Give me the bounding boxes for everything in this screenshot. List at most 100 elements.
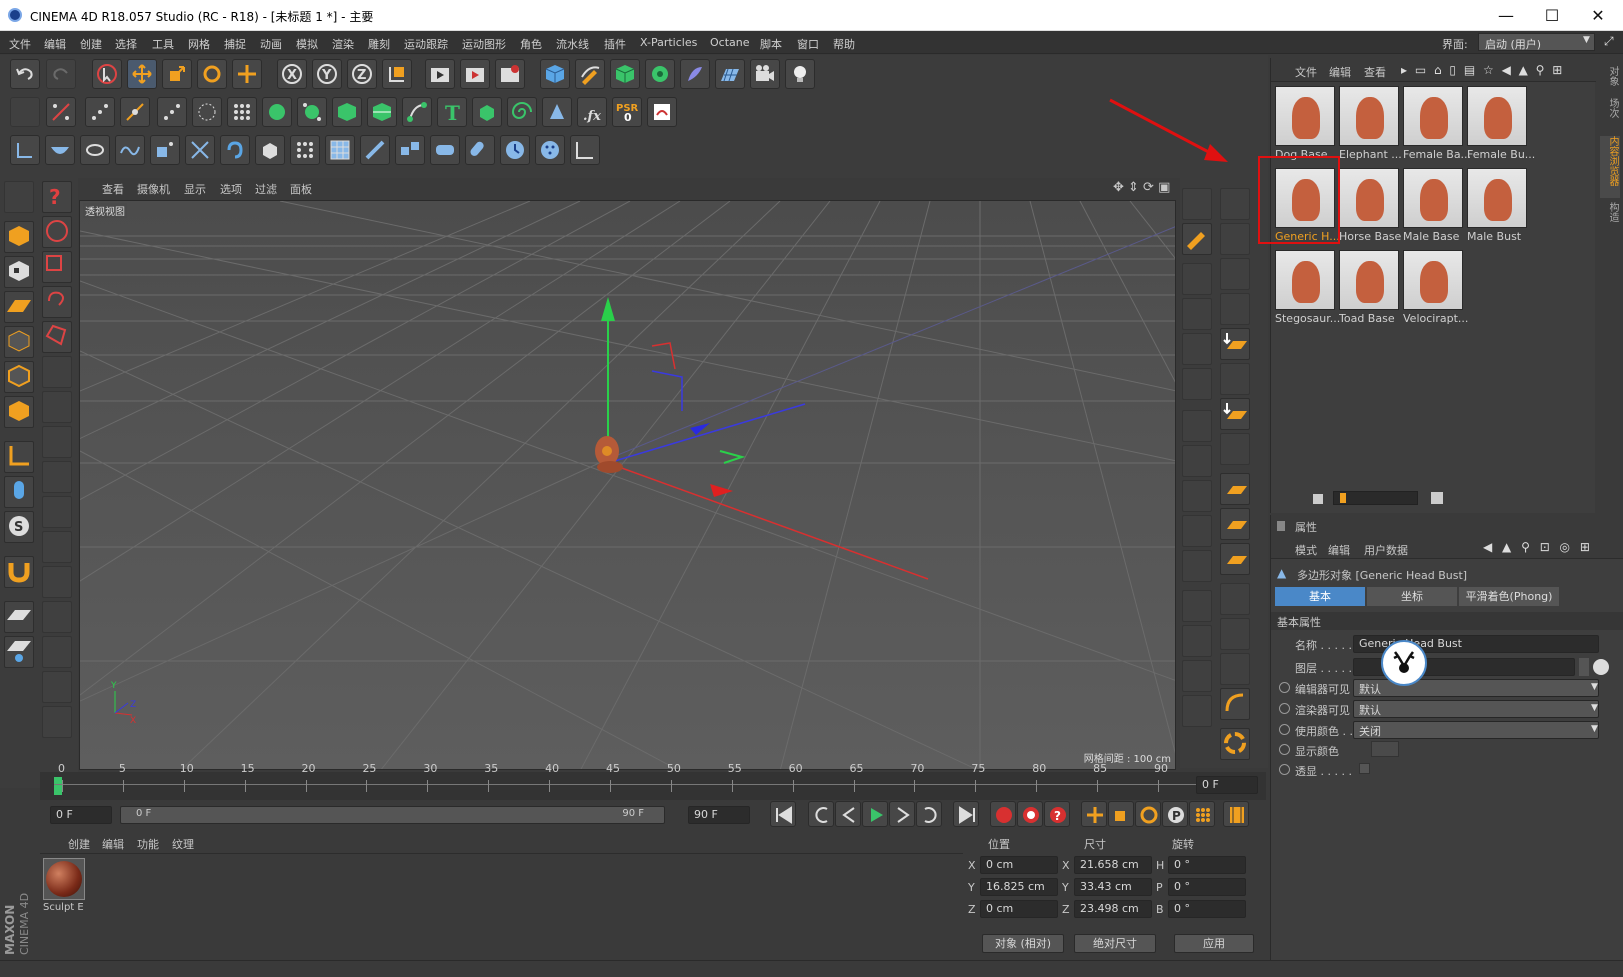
animate-radio[interactable] bbox=[1279, 764, 1290, 775]
render-view-icon[interactable] bbox=[425, 59, 455, 89]
make-editable-icon[interactable] bbox=[10, 97, 40, 127]
sphere-outline-icon[interactable] bbox=[42, 531, 72, 563]
large-view-icon[interactable] bbox=[1431, 492, 1443, 504]
start-frame-field[interactable]: 0 F bbox=[50, 806, 112, 824]
cylinder-array-icon[interactable] bbox=[430, 135, 460, 165]
cylinder-tilt-icon[interactable] bbox=[465, 135, 495, 165]
move-tool-icon[interactable] bbox=[127, 59, 157, 89]
preset-item[interactable]: Male Base bbox=[1403, 168, 1465, 246]
spray-icon[interactable] bbox=[360, 135, 390, 165]
sculpt-mode-icon[interactable] bbox=[4, 181, 34, 213]
attr-menu-edit[interactable]: 编辑 bbox=[1328, 542, 1350, 558]
preset-item[interactable]: Toad Base bbox=[1339, 250, 1401, 328]
timeline-current-frame[interactable]: 0 F bbox=[1196, 776, 1258, 794]
plane-settings-2-icon[interactable] bbox=[1220, 508, 1250, 540]
material-menu-create[interactable]: 创建 bbox=[68, 836, 90, 852]
snapshot-icon[interactable] bbox=[647, 97, 677, 127]
cube-wire-7-icon[interactable] bbox=[1182, 695, 1212, 727]
help-icon[interactable]: ? bbox=[42, 181, 72, 213]
cloner-icon[interactable] bbox=[645, 59, 675, 89]
animate-radio[interactable] bbox=[1279, 724, 1290, 735]
prev-frame-icon[interactable] bbox=[835, 801, 861, 827]
attr-select[interactable]: 默认 bbox=[1353, 700, 1599, 718]
animate-radio[interactable] bbox=[1279, 703, 1290, 714]
arrange-tool-icon[interactable] bbox=[42, 426, 72, 458]
menu-window[interactable]: 窗口 bbox=[797, 36, 819, 52]
polygon-select-icon[interactable] bbox=[42, 321, 72, 353]
polygons-mode-icon[interactable] bbox=[157, 97, 187, 127]
material-menu-edit[interactable]: 编辑 bbox=[102, 836, 124, 852]
floor-icon[interactable] bbox=[715, 59, 745, 89]
sketch-icon[interactable] bbox=[542, 97, 572, 127]
render-picture-viewer-icon[interactable] bbox=[460, 59, 490, 89]
menu-mograph[interactable]: 运动图形 bbox=[462, 36, 506, 52]
helix-icon[interactable] bbox=[80, 135, 110, 165]
menu-animate[interactable]: 动画 bbox=[260, 36, 282, 52]
key-pla-icon[interactable] bbox=[1189, 801, 1215, 827]
workplane-mode-icon[interactable] bbox=[4, 291, 34, 323]
frame-tool-icon[interactable] bbox=[42, 356, 72, 388]
spline-spiral-icon[interactable] bbox=[507, 97, 537, 127]
x-axis-lock-icon[interactable]: X bbox=[277, 59, 307, 89]
sphere-dots-icon[interactable] bbox=[535, 135, 565, 165]
layer-pick-icon[interactable] bbox=[1593, 659, 1609, 675]
menu-create[interactable]: 创建 bbox=[80, 36, 102, 52]
viewport-menu-view[interactable]: 查看 bbox=[102, 181, 124, 197]
preset-item[interactable]: Elephant ... bbox=[1339, 86, 1402, 164]
viewport-navigation-icons[interactable]: ✥ ⇕ ⟳ ▣ bbox=[1113, 180, 1170, 195]
align-tool-icon[interactable] bbox=[42, 391, 72, 423]
menu-help[interactable]: 帮助 bbox=[833, 36, 855, 52]
grid-box-icon[interactable] bbox=[42, 636, 72, 668]
cube-panel-2-icon[interactable] bbox=[1220, 293, 1250, 325]
menu-motion-tracker[interactable]: 运动跟踪 bbox=[404, 36, 448, 52]
menu-snap[interactable]: 捕捉 bbox=[224, 36, 246, 52]
misc-tool-icon[interactable] bbox=[1220, 583, 1250, 615]
viewport-menu-filter[interactable]: 过滤 bbox=[255, 181, 277, 197]
preset-item[interactable]: Female Ba... bbox=[1403, 86, 1471, 164]
cube-outline-icon[interactable] bbox=[42, 496, 72, 528]
plane-drop-4-icon[interactable] bbox=[1220, 433, 1250, 465]
terrain-icon[interactable] bbox=[1182, 263, 1212, 295]
side-tab-content-browser[interactable]: 内容浏览器 bbox=[1600, 136, 1620, 198]
coord-mode-select[interactable]: 对象 (相对) bbox=[982, 934, 1064, 953]
position-field[interactable]: 0 cm bbox=[980, 900, 1058, 918]
workplane-snap-icon[interactable] bbox=[4, 636, 34, 668]
preset-item[interactable]: Female Bu... bbox=[1467, 86, 1535, 164]
clock-icon[interactable] bbox=[500, 135, 530, 165]
grid-dots-3-icon[interactable] bbox=[42, 671, 72, 703]
layer-menu-button[interactable] bbox=[1579, 658, 1589, 676]
rotation-field[interactable]: 0 ° bbox=[1168, 856, 1246, 874]
animate-radio[interactable] bbox=[1279, 682, 1290, 693]
knife-tool-icon[interactable] bbox=[46, 97, 76, 127]
position-field[interactable]: 0 cm bbox=[980, 856, 1058, 874]
preset-item[interactable]: Horse Base bbox=[1339, 168, 1401, 246]
key-scale-icon[interactable] bbox=[1108, 801, 1134, 827]
coordinate-system-icon[interactable] bbox=[382, 59, 412, 89]
rotation-field[interactable]: 0 ° bbox=[1168, 878, 1246, 896]
key-position-icon[interactable] bbox=[1081, 801, 1107, 827]
subdivision-surface-icon[interactable] bbox=[610, 59, 640, 89]
timeline[interactable]: 0 5 10 15 20 25 30 35 40 45 50 55 60 65 70 75 80 85 90 0 F bbox=[40, 762, 1266, 800]
perspective-viewport[interactable]: Y Z X 透视视图 网格间距 : 100 cm bbox=[79, 200, 1176, 770]
snap-magnet-icon[interactable] bbox=[4, 556, 34, 588]
lasso-select-icon[interactable] bbox=[42, 286, 72, 318]
goto-end-icon[interactable] bbox=[953, 801, 979, 827]
layout-select[interactable]: 启动 (用户) bbox=[1478, 33, 1595, 51]
cb-toolbar-icons[interactable]: ▸ ▭ ⌂ ▯ ▤ ☆ ◀ ▲ ⚲ ⊞ bbox=[1401, 63, 1564, 77]
measure-icon[interactable] bbox=[570, 135, 600, 165]
viewport-menu-display[interactable]: 显示 bbox=[184, 181, 206, 197]
plane-settings-3-icon[interactable] bbox=[1220, 543, 1250, 575]
solo-mode-icon[interactable]: S bbox=[4, 511, 34, 543]
position-field[interactable]: 16.825 cm bbox=[980, 878, 1058, 896]
curve-tool-icon[interactable] bbox=[1220, 688, 1250, 720]
recycle-icon[interactable] bbox=[1220, 728, 1250, 760]
texture-mode-icon[interactable] bbox=[4, 256, 34, 288]
small-view-icon[interactable] bbox=[1313, 494, 1323, 504]
size-field[interactable]: 33.43 cm bbox=[1074, 878, 1152, 896]
side-tab-takes[interactable]: 场次 bbox=[1600, 98, 1620, 132]
grid-image-icon[interactable] bbox=[1182, 445, 1212, 477]
points-mode-icon[interactable] bbox=[85, 97, 115, 127]
next-frame-icon[interactable] bbox=[889, 801, 915, 827]
cloth-icon[interactable] bbox=[10, 135, 40, 165]
grid-dots-2-icon[interactable] bbox=[42, 601, 72, 633]
